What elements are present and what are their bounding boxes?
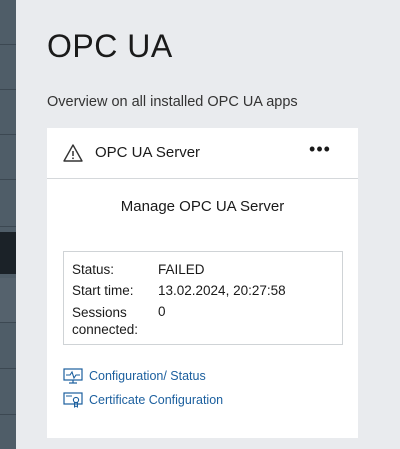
- monitor-pulse-icon: [63, 368, 83, 384]
- nav-item[interactable]: [0, 324, 16, 369]
- card-header: OPC UA Server •••: [47, 128, 358, 179]
- page-title: OPC UA: [47, 28, 173, 64]
- status-value: FAILED: [158, 262, 205, 277]
- certificate-configuration-link-label[interactable]: Certificate Configuration: [89, 393, 223, 407]
- more-icon: •••: [309, 139, 331, 159]
- status-label: Status:: [72, 262, 115, 277]
- more-options-button[interactable]: •••: [308, 139, 332, 162]
- nav-item[interactable]: [0, 370, 16, 415]
- configuration-status-link-label[interactable]: Configuration/ Status: [89, 369, 206, 383]
- warning-icon: [63, 144, 83, 162]
- start-time-label: Start time:: [72, 283, 134, 298]
- opc-ua-server-card: OPC UA Server ••• Manage OPC UA Server S…: [47, 128, 358, 438]
- sessions-label-line2: connected:: [72, 322, 139, 337]
- side-navigation: [0, 0, 16, 449]
- nav-item-active[interactable]: [0, 232, 16, 274]
- nav-item[interactable]: [0, 90, 16, 135]
- manage-server-label: Manage OPC UA Server: [120, 198, 285, 215]
- nav-item[interactable]: [0, 180, 16, 227]
- card-title: OPC UA Server: [95, 144, 201, 161]
- sessions-value: 0: [158, 304, 166, 319]
- start-time-value: 13.02.2024, 20:27:58: [158, 283, 286, 298]
- certificate-icon: [63, 392, 83, 408]
- status-panel: Status: FAILED Start time: 13.02.2024, 2…: [63, 251, 343, 345]
- configuration-status-link[interactable]: Configuration/ Status: [63, 368, 206, 384]
- nav-item[interactable]: [0, 278, 16, 323]
- nav-item[interactable]: [0, 135, 16, 180]
- nav-item[interactable]: [0, 45, 16, 90]
- sessions-label: Sessions connected:: [72, 304, 152, 338]
- page-subtitle: Overview on all installed OPC UA apps: [47, 94, 298, 110]
- sessions-label-line1: Sessions: [72, 305, 127, 320]
- nav-item[interactable]: [0, 0, 16, 45]
- certificate-configuration-link[interactable]: Certificate Configuration: [63, 392, 223, 408]
